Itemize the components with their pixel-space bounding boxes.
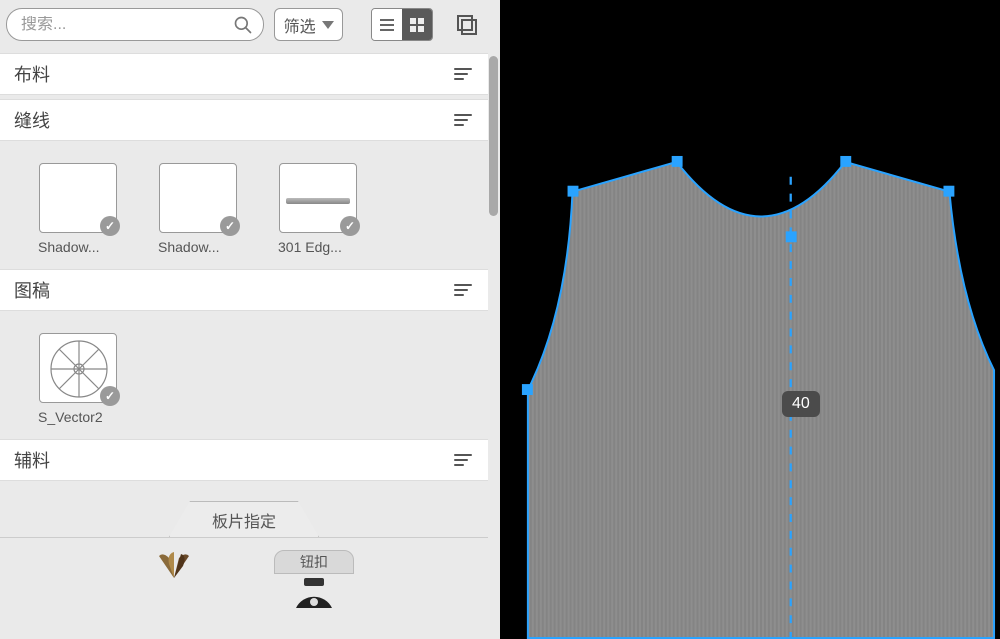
check-icon bbox=[220, 216, 240, 236]
grid-view-button[interactable] bbox=[402, 9, 432, 40]
check-icon bbox=[100, 216, 120, 236]
section-stitch[interactable]: 缝线 bbox=[0, 99, 488, 141]
search-input[interactable] bbox=[21, 16, 233, 34]
stitch-item-label: Shadow... bbox=[158, 239, 238, 255]
section-trim-label: 辅料 bbox=[14, 447, 50, 473]
top-bar: 筛选 bbox=[0, 0, 488, 49]
button-sub-label: 钮扣 bbox=[274, 550, 354, 574]
check-icon bbox=[340, 216, 360, 236]
assign-tab[interactable]: 板片指定 bbox=[169, 501, 319, 537]
assign-buttons: 钮扣 bbox=[0, 537, 488, 608]
search-box[interactable] bbox=[6, 8, 264, 41]
stitch-item-label: 301 Edg... bbox=[278, 239, 358, 255]
leaf-icon bbox=[134, 550, 214, 580]
stitch-thumb bbox=[39, 163, 117, 233]
button-icon bbox=[274, 578, 354, 608]
filter-button[interactable]: 筛选 bbox=[274, 8, 343, 41]
section-fabric-label: 布料 bbox=[14, 61, 50, 87]
section-graphic[interactable]: 图稿 bbox=[0, 269, 488, 311]
assign-tab-label: 板片指定 bbox=[212, 508, 276, 532]
trim-slot[interactable] bbox=[134, 550, 214, 608]
graphic-items: S_Vector2 bbox=[0, 311, 488, 435]
scrollbar[interactable] bbox=[489, 56, 498, 639]
graphic-item[interactable]: S_Vector2 bbox=[38, 333, 118, 425]
stitch-thumb bbox=[159, 163, 237, 233]
sort-icon[interactable] bbox=[452, 65, 474, 83]
measurement-badge: 40 bbox=[782, 391, 820, 417]
pattern-viewport[interactable]: 40 bbox=[500, 0, 1000, 639]
section-stitch-label: 缝线 bbox=[14, 107, 50, 133]
stitch-item-label: Shadow... bbox=[38, 239, 118, 255]
scroll-thumb[interactable] bbox=[489, 56, 498, 216]
stitch-items: Shadow... Shadow... 301 Edg... bbox=[0, 141, 488, 265]
search-icon[interactable] bbox=[233, 15, 253, 35]
section-trim[interactable]: 辅料 bbox=[0, 439, 488, 481]
stitch-item[interactable]: Shadow... bbox=[38, 163, 118, 255]
graphic-item-label: S_Vector2 bbox=[38, 409, 118, 425]
layers-button[interactable] bbox=[451, 8, 482, 41]
sort-icon[interactable] bbox=[452, 281, 474, 299]
sort-icon[interactable] bbox=[452, 451, 474, 469]
chevron-down-icon bbox=[322, 21, 334, 29]
asset-panel: 筛选 布料 缝线 bbox=[0, 0, 500, 639]
stitch-item[interactable]: Shadow... bbox=[158, 163, 238, 255]
trim-slot-button[interactable]: 钮扣 bbox=[274, 550, 354, 608]
list-view-button[interactable] bbox=[372, 9, 402, 40]
stitch-thumb bbox=[279, 163, 357, 233]
filter-label: 筛选 bbox=[284, 13, 316, 37]
sort-icon[interactable] bbox=[452, 111, 474, 129]
section-graphic-label: 图稿 bbox=[14, 277, 50, 303]
pattern-piece[interactable] bbox=[516, 152, 996, 638]
stitch-item[interactable]: 301 Edg... bbox=[278, 163, 358, 255]
section-fabric[interactable]: 布料 bbox=[0, 53, 488, 95]
check-icon bbox=[100, 386, 120, 406]
graphic-thumb bbox=[39, 333, 117, 403]
view-toggle bbox=[371, 8, 433, 41]
assign-area: 板片指定 钮扣 bbox=[0, 481, 488, 608]
